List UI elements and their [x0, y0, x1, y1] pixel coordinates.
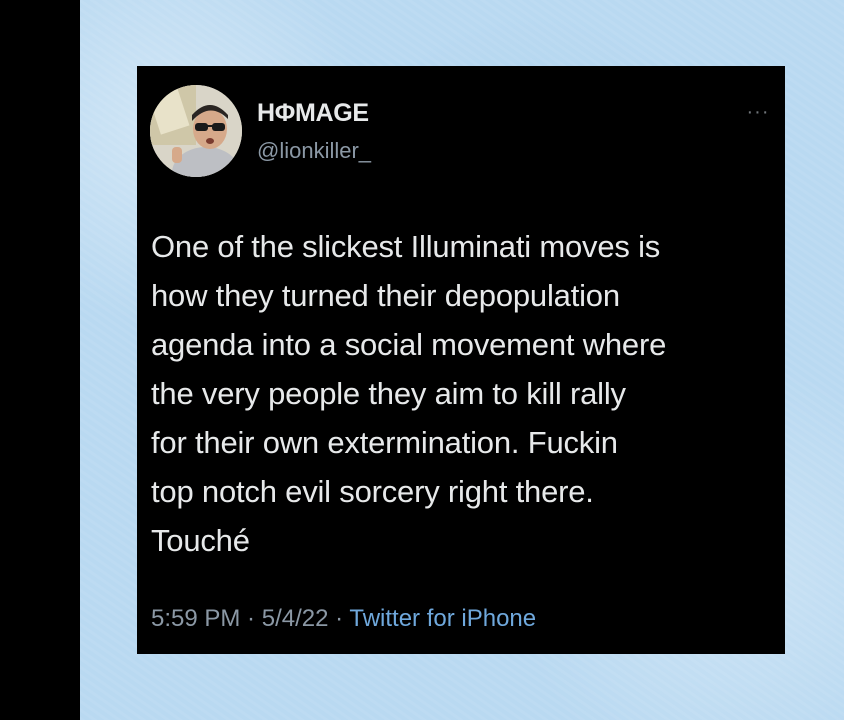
tweet-time[interactable]: 5:59 PM [151, 605, 240, 632]
more-options-button[interactable]: ··· [741, 102, 775, 122]
avatar[interactable] [150, 85, 242, 177]
tweet-source-link[interactable]: Twitter for iPhone [349, 605, 536, 632]
meta-separator: · [240, 605, 262, 632]
display-name[interactable]: HΦMAGE [257, 99, 369, 128]
avatar-photo-icon [150, 85, 242, 177]
tweet-metadata: 5:59 PM · 5/4/22 · Twitter for iPhone [151, 605, 536, 633]
tweet-card: HΦMAGE @lionkiller_ ··· One of the slick… [137, 66, 785, 654]
left-black-bar [0, 0, 80, 720]
more-horizontal-icon: ··· [746, 101, 770, 123]
user-handle[interactable]: @lionkiller_ [257, 138, 371, 164]
screenshot-frame: HΦMAGE @lionkiller_ ··· One of the slick… [0, 0, 844, 720]
meta-separator: · [328, 605, 350, 632]
tweet-text: One of the slickest Illuminati moves is … [151, 229, 667, 558]
tweet-date[interactable]: 5/4/22 [262, 605, 329, 632]
